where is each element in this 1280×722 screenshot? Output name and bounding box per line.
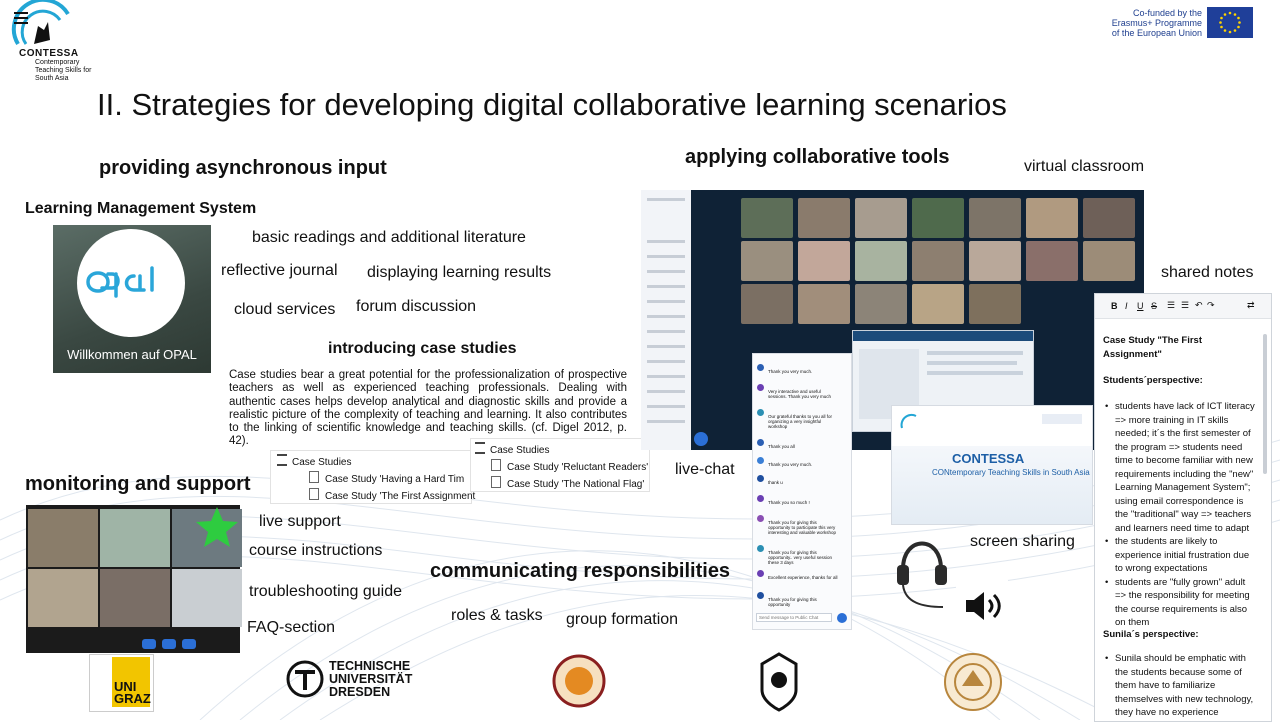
tu-dresden-logo — [286, 660, 324, 698]
case-tree-2: Case Studies Case Study 'Reluctant Reade… — [470, 438, 650, 492]
strike-tool-icon[interactable]: S — [1151, 300, 1157, 314]
notes-bullets-1: • students have lack of ICT literacy => m… — [1103, 400, 1263, 630]
notes-scrollbar[interactable] — [1263, 334, 1267, 474]
shared-notes-label: shared notes — [1161, 264, 1254, 281]
speaker-icon — [966, 592, 1001, 620]
roles-tasks-label: roles & tasks — [451, 607, 543, 624]
speaker-icon-box — [956, 580, 1008, 632]
participant-list — [641, 190, 691, 450]
eu-flag-icon — [1207, 7, 1253, 38]
monitoring-heading: monitoring and support — [25, 473, 251, 495]
tud-emblem-icon — [286, 660, 324, 698]
document-icon — [309, 488, 319, 500]
live-support-label: live support — [259, 513, 341, 530]
case-tree-2-item[interactable]: Case Study 'The National Flag' — [491, 476, 644, 490]
chat-input[interactable] — [756, 613, 832, 622]
add-button[interactable] — [694, 432, 708, 446]
document-icon — [491, 459, 501, 471]
notes-bullet: • Sunila should be emphatic with the stud… — [1105, 653, 1254, 718]
case-tree-2-item[interactable]: Case Study 'Reluctant Readers' — [491, 459, 648, 473]
case-studies-heading: introducing case studies — [328, 340, 517, 357]
indent-tool-icon[interactable]: ⇄ — [1247, 299, 1255, 313]
case-tree-2-folder[interactable]: Case Studies — [475, 442, 549, 456]
case-tree-1-item[interactable]: Case Study 'Having a Hard Tim — [309, 471, 464, 485]
virtual-classroom-label: virtual classroom — [1024, 158, 1145, 175]
notes-title: Case Study "The First Assignment" — [1103, 335, 1202, 360]
public-chat-panel: Thank you very much. Very interactive an… — [752, 353, 852, 630]
star-icon — [196, 507, 238, 547]
contessa-logo-name: CONTESSA — [19, 48, 79, 59]
course-instructions-label: course instructions — [249, 542, 383, 559]
async-input-heading: providing asynchronous input — [99, 157, 387, 179]
shared-notes-panel: B I U S ☰ ☰ ↶ ↷ ⇄ Case Study "The First … — [1094, 293, 1272, 722]
basic-readings-label: basic readings and additional literature — [252, 229, 526, 246]
send-button[interactable] — [837, 613, 847, 623]
faq-label: FAQ-section — [247, 619, 336, 636]
list-tool-icon[interactable]: ☰ — [1167, 299, 1175, 313]
underline-tool-icon[interactable]: U — [1137, 300, 1144, 314]
peradeniya-seal-icon — [552, 654, 606, 708]
redo-tool-icon[interactable]: ↷ — [1207, 299, 1215, 313]
notes-section-1: Students´perspective: — [1103, 375, 1203, 386]
notes-section-2: Sunila´s perspective: — [1103, 629, 1199, 640]
notes-bullet: • students are "fully grown" adult => the… — [1105, 576, 1250, 629]
live-chat-label: live-chat — [675, 461, 735, 478]
notes-toolbar: B I U S ☰ ☰ ↶ ↷ ⇄ — [1095, 294, 1271, 319]
slide-contessa-name: CONTESSA — [952, 451, 1025, 466]
troubleshooting-label: troubleshooting guide — [249, 583, 403, 600]
case-studies-paragraph: Case studies bear a great potential for … — [229, 369, 627, 448]
slide-title: II. Strategies for developing digital co… — [97, 87, 1007, 122]
folder-stack-icon — [475, 442, 485, 454]
slide-contessa-tagline: CONtemporary Teaching Skills in South As… — [932, 468, 1090, 477]
erasmus-funding-text: Co-funded by the Erasmus+ Programme of t… — [1111, 8, 1202, 38]
case-tree-1: Case Studies Case Study 'Having a Hard T… — [270, 450, 475, 504]
notes-bullet: • the students are likely to experience i… — [1105, 536, 1250, 574]
contessa-logo-icon — [11, 0, 70, 46]
notes-bullets-2: • Sunila should be emphatic with the stud… — [1103, 652, 1263, 720]
phone-button[interactable] — [162, 639, 176, 649]
colombo-crest-icon — [760, 652, 798, 712]
cloud-services-label: cloud services — [234, 301, 336, 318]
contessa-small-logo-icon — [900, 413, 917, 429]
collab-tools-heading: applying collaborative tools — [685, 146, 950, 168]
video-grid — [741, 198, 1141, 328]
bold-tool-icon[interactable]: B — [1111, 300, 1118, 314]
case-tree-1-folder[interactable]: Case Studies — [277, 454, 351, 468]
undo-tool-icon[interactable]: ↶ — [1195, 299, 1203, 313]
tud-name: TECHNISCHE UNIVERSITÄT DRESDEN — [329, 659, 413, 699]
notes-bullet: • students have lack of ICT literacy => m… — [1105, 401, 1255, 534]
case-tree-1-item[interactable]: Case Study 'The First Assignment — [309, 488, 475, 502]
shared-slide: CONTESSA CONtemporary Teaching Skills in… — [891, 405, 1093, 525]
folder-stack-icon — [277, 454, 287, 466]
opal-welcome-text: Willkommen auf OPAL — [67, 347, 197, 362]
uni-graz-logo: UNI GRAZ — [89, 654, 154, 712]
italic-tool-icon[interactable]: I — [1125, 300, 1128, 314]
numbered-list-tool-icon[interactable]: ☰ — [1181, 299, 1189, 313]
reflective-journal-label: reflective journal — [221, 262, 338, 279]
forum-discussion-label: forum discussion — [356, 298, 477, 315]
group-formation-label: group formation — [566, 611, 679, 628]
responsibilities-heading: communicating responsibilities — [430, 560, 731, 582]
headset-icon — [897, 541, 947, 608]
displaying-results-label: displaying learning results — [367, 264, 552, 281]
mic-button[interactable] — [142, 639, 156, 649]
contessa-logo-subtitle: Contemporary Teaching Skills for South A… — [35, 59, 92, 82]
document-icon — [309, 471, 319, 483]
screen-sharing-label: screen sharing — [970, 533, 1075, 550]
camera-button[interactable] — [182, 639, 196, 649]
cambodia-seal-icon — [944, 653, 1002, 711]
document-icon — [491, 476, 501, 488]
opal-logo-icon — [86, 266, 154, 298]
lms-label: Learning Management System — [25, 200, 257, 217]
